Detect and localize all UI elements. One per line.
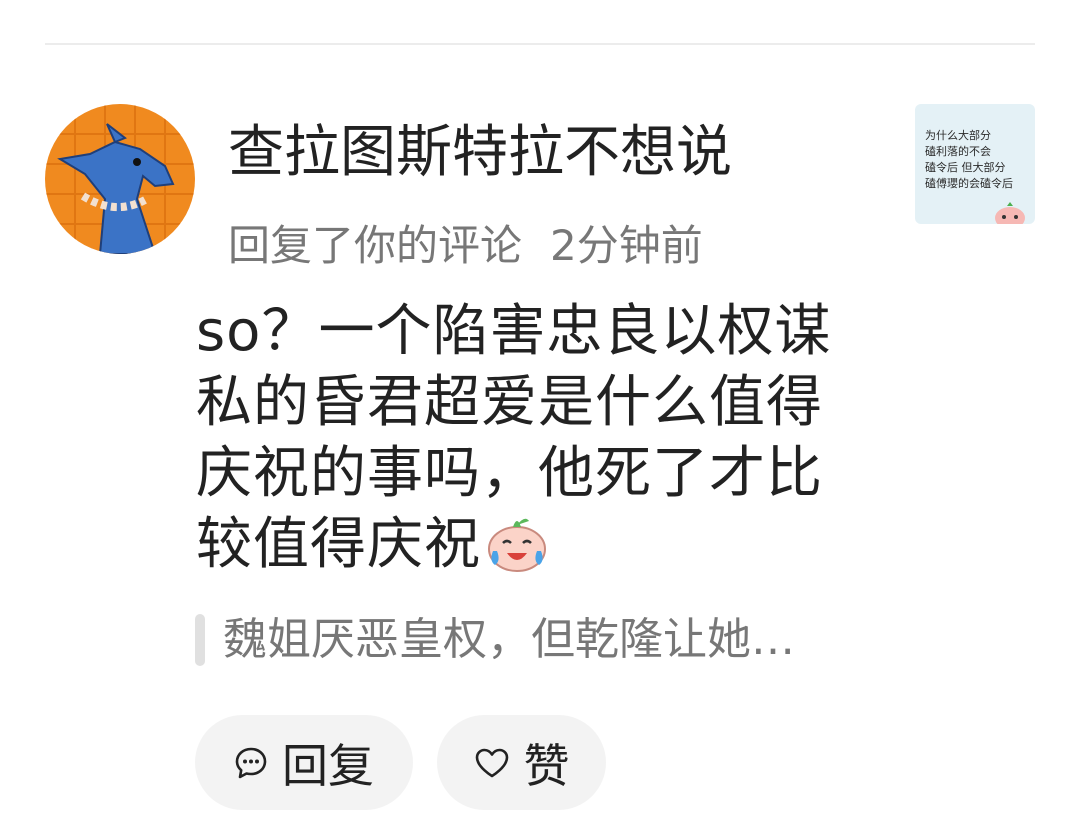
action-text: 回复了你的评论 xyxy=(228,221,523,270)
reply-label: 回复 xyxy=(282,738,374,793)
quoted-text: 魏姐厌恶皇权，但乾隆让她… xyxy=(223,614,795,665)
thumbnail-text: 为什么大部分 磕利落的不会 磕令后 但大部分 磕傅瓔的会磕令后 xyxy=(925,129,1013,190)
crying-laughing-peach-icon xyxy=(485,513,549,590)
timestamp: 2分钟前 xyxy=(550,221,703,270)
like-button[interactable]: 赞 xyxy=(437,715,606,810)
peach-sticker-icon xyxy=(995,202,1025,224)
heart-icon xyxy=(474,747,510,779)
avatar[interactable] xyxy=(45,104,195,254)
comment-meta: 回复了你的评论 2分钟前 xyxy=(228,218,703,274)
top-divider xyxy=(45,43,1035,45)
speech-bubble-icon xyxy=(234,746,268,780)
quote-bar xyxy=(195,614,205,666)
post-thumbnail[interactable]: 为什么大部分 磕利落的不会 磕令后 但大部分 磕傅瓔的会磕令后 xyxy=(915,104,1035,224)
comment-body: so？一个陷害忠良以权谋私的昏君超爱是什么值得庆祝的事吗，他死了才比较值得庆祝 xyxy=(196,296,856,590)
username[interactable]: 查拉图斯特拉不想说 xyxy=(228,118,732,188)
like-label: 赞 xyxy=(523,738,570,793)
reply-button[interactable]: 回复 xyxy=(195,715,413,810)
